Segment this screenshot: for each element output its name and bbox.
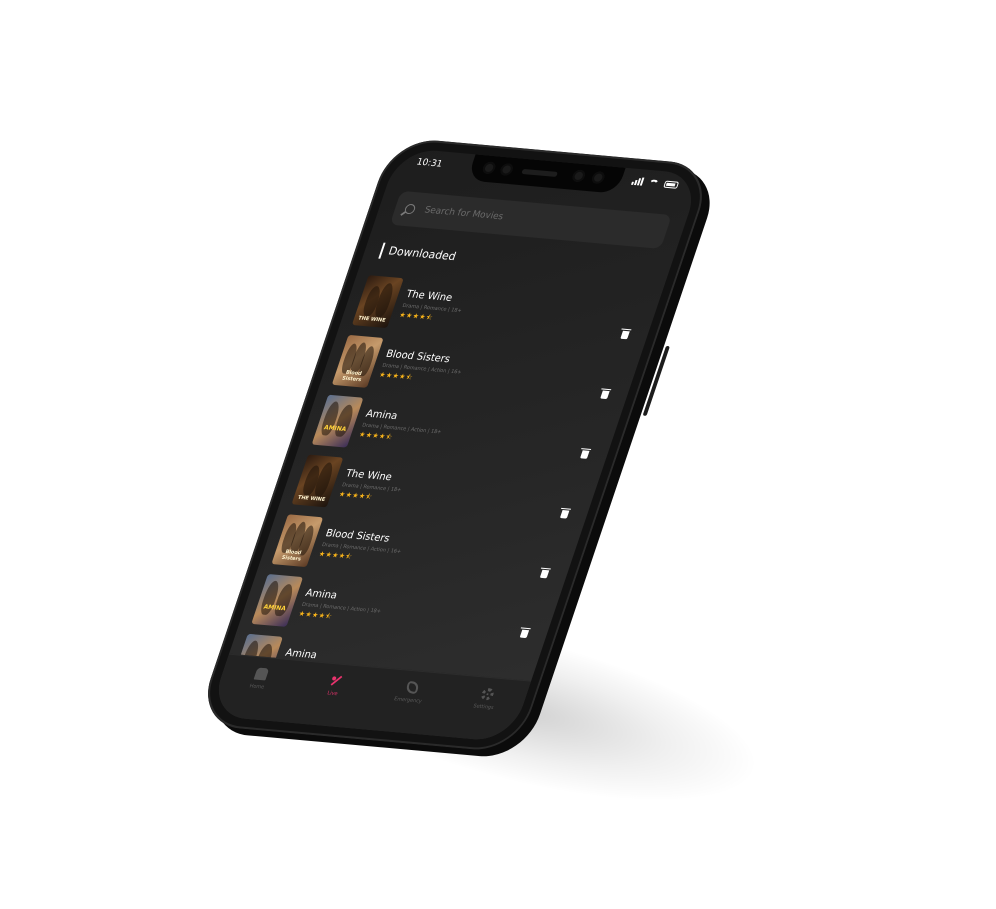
- downloaded-movie-list: THE WINE The Wine Drama | Romance | 18+ …: [229, 270, 653, 714]
- trash-icon: [579, 450, 590, 459]
- battery-icon: [663, 180, 680, 189]
- nav-label: Settings: [472, 703, 495, 712]
- speaker-grille: [521, 168, 558, 177]
- poster-title: THE WINE: [357, 315, 387, 324]
- poster-title: Blood Sisters: [280, 548, 303, 563]
- signal-icon: [631, 177, 645, 186]
- section-title: Downloaded: [378, 242, 459, 266]
- search-input[interactable]: [420, 204, 653, 237]
- home-icon: [253, 667, 270, 681]
- delete-button[interactable]: [517, 628, 530, 639]
- status-icons: [631, 177, 680, 189]
- poster-title: Blood Sisters: [341, 369, 363, 384]
- movie-poster: THE WINE: [291, 454, 344, 508]
- movie-info: Amina Drama | Romance | Action | 18+ ★★★…: [358, 407, 448, 446]
- nav-item-live[interactable]: Live: [302, 672, 368, 699]
- delete-button[interactable]: [598, 389, 611, 400]
- delete-button[interactable]: [558, 509, 571, 520]
- phone-icon: [404, 680, 421, 694]
- camera-icon: [590, 171, 607, 185]
- search-icon: [403, 203, 417, 215]
- delete-button[interactable]: [537, 569, 550, 580]
- delete-button[interactable]: [618, 330, 631, 341]
- live-icon: [329, 674, 345, 687]
- status-time: 10:31: [414, 157, 444, 170]
- product-mockup-stage: 10:31 Downloaded: [0, 0, 996, 909]
- sensor-icon: [481, 161, 497, 175]
- sensor-icon: [570, 169, 587, 183]
- notch: [466, 154, 626, 194]
- trash-icon: [559, 509, 569, 519]
- trash-icon: [619, 330, 630, 340]
- nav-item-settings[interactable]: Settings: [453, 686, 519, 713]
- movie-info: Blood Sisters Drama | Romance | Action |…: [317, 527, 407, 566]
- poster-title: THE WINE: [296, 494, 326, 504]
- nav-label: Emergency: [393, 696, 423, 705]
- phone-mockup: 10:31 Downloaded: [195, 136, 723, 761]
- movie-poster: AMINA: [251, 573, 304, 627]
- nav-item-home[interactable]: Home: [227, 665, 293, 692]
- trash-icon: [539, 569, 549, 579]
- trash-icon: [599, 390, 610, 400]
- delete-button[interactable]: [578, 449, 591, 460]
- nav-item-emergency[interactable]: Emergency: [378, 679, 444, 706]
- movie-info: Blood Sisters Drama | Romance | Action |…: [378, 348, 468, 387]
- phone-body: 10:31 Downloaded: [195, 136, 715, 754]
- movie-poster: Blood Sisters: [331, 334, 384, 388]
- search-bar[interactable]: [389, 190, 672, 249]
- wifi-icon: [647, 178, 660, 187]
- movie-poster: AMINA: [311, 394, 364, 448]
- movie-poster: THE WINE: [351, 275, 404, 329]
- camera-icon: [498, 162, 515, 176]
- trash-icon: [519, 629, 529, 639]
- nav-label: Home: [248, 683, 266, 691]
- nav-label: Live: [326, 690, 339, 698]
- movie-poster: Blood Sisters: [271, 514, 324, 568]
- movie-info: Amina Drama | Romance | Action | 18+ ★★★…: [297, 587, 387, 626]
- movie-info: The Wine Drama | Romance | 18+ ★★★★⯪: [337, 467, 407, 504]
- gear-icon: [479, 687, 496, 701]
- movie-info: The Wine Drama | Romance | 18+ ★★★★⯪: [398, 288, 468, 325]
